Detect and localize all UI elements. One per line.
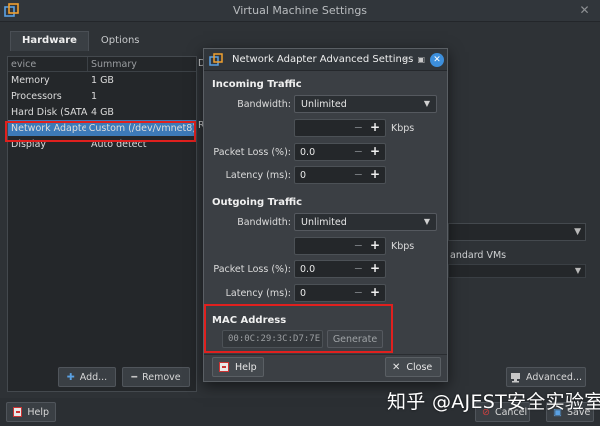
vm-type-combo[interactable]: ▼ xyxy=(448,264,586,278)
remove-device-label: Remove xyxy=(142,371,181,383)
tab-bar: Hardware Options xyxy=(10,31,152,51)
chevron-down-icon: ▼ xyxy=(574,227,581,237)
maximize-icon[interactable]: ▣ xyxy=(417,55,425,64)
increment-icon[interactable]: + xyxy=(370,167,380,181)
watermark: 知乎 @AJEST安全实验室 xyxy=(387,391,600,413)
decrement-icon[interactable]: − xyxy=(354,286,363,299)
outgoing-kbps-stepper[interactable]: − + xyxy=(294,237,386,255)
increment-icon[interactable]: + xyxy=(370,144,380,158)
dialog-help-label: Help xyxy=(235,361,257,373)
column-header-summary[interactable]: Summary xyxy=(88,57,137,71)
increment-icon[interactable]: + xyxy=(370,120,380,134)
increment-icon[interactable]: + xyxy=(370,238,380,252)
chevron-down-icon: ▼ xyxy=(574,266,581,275)
network-adapter-highlight xyxy=(5,121,196,142)
minimize-icon[interactable]: ⌄ xyxy=(401,52,409,63)
mac-address-highlight xyxy=(204,304,393,353)
outgoing-latency-value: 0 xyxy=(300,288,307,299)
incoming-bandwidth-value: Unlimited xyxy=(301,99,347,110)
tab-options[interactable]: Options xyxy=(89,31,152,51)
outgoing-kbps-unit: Kbps xyxy=(391,241,415,252)
column-header-device[interactable]: evice xyxy=(8,57,88,71)
chevron-down-icon: ▼ xyxy=(423,99,430,108)
help-label: Help xyxy=(27,406,49,418)
device-row-processors[interactable]: Processors 1 xyxy=(8,88,196,104)
remove-device-button[interactable]: ━ Remove xyxy=(122,367,190,387)
dialog-close-button[interactable]: ✕ Close xyxy=(385,357,441,377)
device-list: evice Summary Memory 1 GB Processors 1 H… xyxy=(7,56,197,392)
outgoing-latency-label: Latency (ms): xyxy=(225,288,291,299)
incoming-latency-label: Latency (ms): xyxy=(225,170,291,181)
help-icon xyxy=(13,407,23,417)
advanced-button[interactable]: Advanced... xyxy=(506,367,586,387)
window-title: Virtual Machine Settings xyxy=(232,4,368,17)
dialog-help-button[interactable]: Help xyxy=(212,357,264,377)
incoming-packet-loss-stepper[interactable]: 0.0 − + xyxy=(294,143,386,161)
increment-icon[interactable]: + xyxy=(370,285,380,299)
dialog-close-icon[interactable]: ✕ xyxy=(430,53,444,67)
decrement-icon[interactable]: − xyxy=(354,145,363,158)
device-summary: 1 GB xyxy=(91,74,114,86)
help-button[interactable]: Help xyxy=(6,402,56,422)
vmware-logo-icon xyxy=(209,53,223,66)
decrement-icon[interactable]: − xyxy=(354,262,363,275)
outgoing-bandwidth-label: Bandwidth: xyxy=(237,217,291,228)
add-device-label: Add... xyxy=(79,371,108,383)
add-device-button[interactable]: ✚ Add... xyxy=(58,367,116,387)
outgoing-bandwidth-value: Unlimited xyxy=(301,217,347,228)
device-list-header: evice Summary xyxy=(8,57,196,72)
outgoing-packet-loss-stepper[interactable]: 0.0 − + xyxy=(294,260,386,278)
standard-vms-label: andard VMs xyxy=(450,250,507,261)
incoming-bandwidth-select[interactable]: Unlimited ▼ xyxy=(294,95,437,113)
incoming-latency-stepper[interactable]: 0 − + xyxy=(294,166,386,184)
advanced-button-label: Advanced... xyxy=(526,371,582,383)
device-name: Hard Disk (SATA) xyxy=(11,106,88,118)
incoming-packet-loss-value: 0.0 xyxy=(300,147,316,158)
decrement-icon[interactable]: − xyxy=(354,121,363,134)
decrement-icon[interactable]: − xyxy=(354,168,363,181)
outgoing-bandwidth-select[interactable]: Unlimited ▼ xyxy=(294,213,437,231)
outgoing-packet-loss-value: 0.0 xyxy=(300,264,316,275)
decrement-icon[interactable]: − xyxy=(354,239,363,252)
dialog-separator xyxy=(204,354,447,355)
device-summary: 4 GB xyxy=(91,106,114,118)
device-summary: 1 xyxy=(91,90,98,102)
incoming-latency-value: 0 xyxy=(300,170,307,181)
dialog-close-label: Close xyxy=(406,361,433,373)
chevron-down-icon: ▼ xyxy=(423,217,430,226)
dialog-titlebar: Network Adapter Advanced Settings ⌄ ▣ ✕ xyxy=(204,49,447,71)
outgoing-latency-stepper[interactable]: 0 − + xyxy=(294,284,386,302)
incoming-kbps-unit: Kbps xyxy=(391,123,415,134)
window-titlebar: Virtual Machine Settings ✕ xyxy=(0,0,600,22)
window-close-icon[interactable]: ✕ xyxy=(577,3,592,18)
device-row-hard-disk[interactable]: Hard Disk (SATA) 4 GB xyxy=(8,104,196,120)
network-connection-combo[interactable]: ▼ xyxy=(448,223,586,241)
help-icon xyxy=(219,362,229,372)
outgoing-traffic-title: Outgoing Traffic xyxy=(212,197,303,208)
device-row-memory[interactable]: Memory 1 GB xyxy=(8,72,196,88)
incoming-kbps-stepper[interactable]: − + xyxy=(294,119,386,137)
outgoing-packet-loss-label: Packet Loss (%): xyxy=(213,264,291,275)
incoming-packet-loss-label: Packet Loss (%): xyxy=(213,147,291,158)
minus-icon: ━ xyxy=(131,371,138,383)
plus-icon: ✚ xyxy=(66,371,75,383)
tab-hardware[interactable]: Hardware xyxy=(10,31,89,51)
incoming-bandwidth-label: Bandwidth: xyxy=(237,99,291,110)
network-icon xyxy=(511,372,520,382)
incoming-traffic-title: Incoming Traffic xyxy=(212,79,302,90)
increment-icon[interactable]: + xyxy=(370,261,380,275)
device-name: Memory xyxy=(11,74,50,86)
device-name: Processors xyxy=(11,90,62,102)
dialog-title: Network Adapter Advanced Settings xyxy=(232,54,414,65)
close-icon: ✕ xyxy=(392,361,401,373)
